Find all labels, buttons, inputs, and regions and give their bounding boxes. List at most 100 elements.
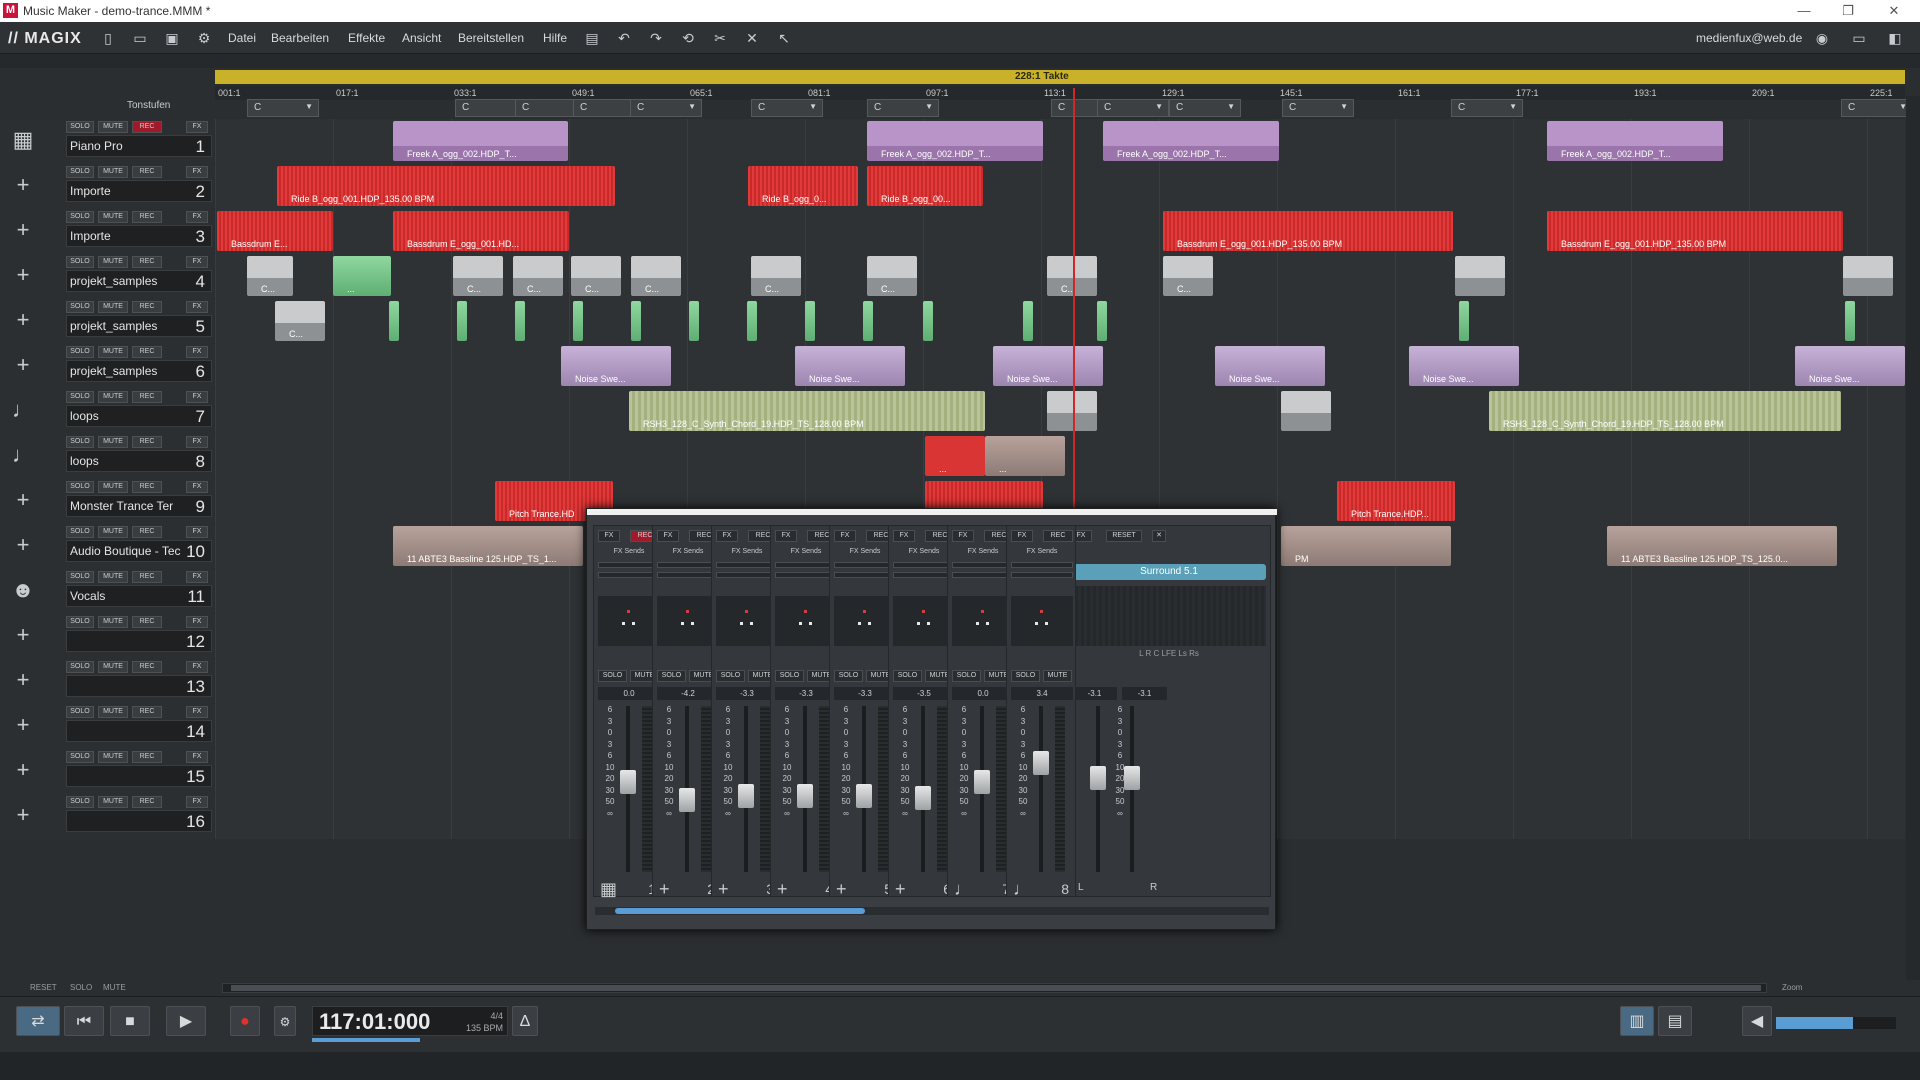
track-name[interactable]: 12 <box>66 630 212 652</box>
mute-button[interactable]: MUTE <box>98 526 128 538</box>
solo-button[interactable]: SOLO <box>66 706 94 718</box>
mute-button[interactable]: MUTE <box>98 256 128 268</box>
strip-fx-button[interactable]: FX <box>834 530 856 542</box>
track-instrument-icon[interactable]: + <box>6 712 40 742</box>
pan-display[interactable] <box>775 596 837 646</box>
mute-button[interactable]: MUTE <box>98 751 128 763</box>
rec-button[interactable]: REC <box>132 211 162 223</box>
midi-object[interactable] <box>863 301 873 341</box>
fx-send-1[interactable] <box>834 562 896 568</box>
fx-button[interactable]: FX <box>186 301 208 313</box>
track-lane[interactable]: Noise Swe... Noise Swe... Noise Swe... Nois… <box>215 344 1905 389</box>
midi-object[interactable] <box>1459 301 1469 341</box>
position-display[interactable]: 117:01:000 4/4 135 BPM <box>312 1006 508 1036</box>
surround-button[interactable]: Surround 5.1 <box>1072 564 1266 580</box>
audio-object[interactable]: C... <box>751 256 801 296</box>
master-fader-r[interactable] <box>1124 766 1140 790</box>
rec-button[interactable]: REC <box>132 436 162 448</box>
audio-object[interactable] <box>1843 256 1893 296</box>
track-name[interactable]: loops 7 <box>66 405 212 427</box>
track-name[interactable]: 16 <box>66 810 212 832</box>
audio-object[interactable]: Ride B_ogg_001.HDP_135.00 BPM <box>277 166 615 206</box>
loop-button[interactable]: ⇄ <box>16 1006 60 1036</box>
open-folder-icon[interactable]: ▭ <box>130 29 150 47</box>
midi-object[interactable] <box>1097 301 1107 341</box>
strip-solo-button[interactable]: SOLO <box>952 670 981 682</box>
fx-button[interactable]: FX <box>186 796 208 808</box>
volume-fader[interactable] <box>915 785 931 810</box>
track-name[interactable]: Vocals 11 <box>66 585 212 607</box>
rec-button[interactable]: REC <box>132 571 162 583</box>
midi-object[interactable] <box>573 301 583 341</box>
track-lane[interactable]: C... <box>215 299 1905 344</box>
restore-icon[interactable]: ⟲ <box>678 29 698 47</box>
fx-button[interactable]: FX <box>186 211 208 223</box>
solo-button[interactable]: SOLO <box>66 391 94 403</box>
mute-button[interactable]: MUTE <box>98 391 128 403</box>
strip-fx-button[interactable]: FX <box>952 530 974 542</box>
rec-button[interactable]: REC <box>132 391 162 403</box>
audio-object[interactable]: Freek A_ogg_002.HDP_T... <box>393 121 568 161</box>
volume-fader[interactable] <box>974 769 990 794</box>
chord-selector[interactable]: C▼ <box>1097 99 1169 117</box>
master-fader-l[interactable] <box>1090 766 1106 790</box>
zoom-dropdown[interactable]: Zoom <box>1782 983 1802 992</box>
strip-fx-button[interactable]: FX <box>657 530 679 542</box>
chord-selector[interactable]: C▼ <box>867 99 939 117</box>
strip-instrument-icon[interactable]: + <box>659 879 670 900</box>
midi-object[interactable] <box>689 301 699 341</box>
strip-solo-button[interactable]: SOLO <box>775 670 804 682</box>
chord-selector[interactable]: C▼ <box>751 99 823 117</box>
rec-button[interactable]: REC <box>132 751 162 763</box>
undo-icon[interactable]: ↶ <box>614 29 634 47</box>
arrange-view-icon[interactable]: ▥ <box>1620 1006 1654 1036</box>
master-reset-button[interactable]: RESET <box>1106 530 1142 542</box>
mute-button[interactable]: MUTE <box>98 481 128 493</box>
chord-selector[interactable]: C▼ <box>1841 99 1913 117</box>
solo-button[interactable]: SOLO <box>66 121 94 133</box>
solo-button[interactable]: SOLO <box>66 436 94 448</box>
chord-selector[interactable]: C▼ <box>1282 99 1354 117</box>
fx-send-2[interactable] <box>952 572 1014 578</box>
solo-button[interactable]: SOLO <box>66 661 94 673</box>
fx-send-1[interactable] <box>775 562 837 568</box>
strip-solo-button[interactable]: SOLO <box>657 670 686 682</box>
track-instrument-icon[interactable]: + <box>6 307 40 337</box>
mouse-mode-icon[interactable]: ↖ <box>774 29 794 47</box>
rec-button[interactable]: REC <box>132 256 162 268</box>
strip-mute-button[interactable]: MUTE <box>1043 670 1072 682</box>
audio-object[interactable]: ... <box>333 256 391 296</box>
track-name[interactable]: Importe 3 <box>66 225 212 247</box>
rewind-icon[interactable]: ⏮ <box>64 1006 104 1036</box>
midi-object[interactable] <box>805 301 815 341</box>
strip-solo-button[interactable]: SOLO <box>893 670 922 682</box>
midi-object[interactable] <box>515 301 525 341</box>
audio-object[interactable]: Pitch Trance.HDP... <box>1337 481 1455 521</box>
track-instrument-icon[interactable]: + <box>6 802 40 832</box>
stop-icon[interactable]: ■ <box>110 1006 150 1036</box>
panel-toggle-icon[interactable]: ◧ <box>1882 29 1908 47</box>
audio-object[interactable]: C... <box>867 256 917 296</box>
chevron-down-icon[interactable]: ▼ <box>1227 102 1235 111</box>
strip-solo-button[interactable]: SOLO <box>834 670 863 682</box>
strip-instrument-icon[interactable]: + <box>895 879 906 900</box>
restore-button[interactable]: ❐ <box>1830 2 1866 20</box>
chevron-down-icon[interactable]: ▼ <box>1509 102 1517 111</box>
track-instrument-icon[interactable]: + <box>6 217 40 247</box>
audio-object[interactable]: 11 ABTE3 Bassline 125.HDP_TS_125.0... <box>1607 526 1837 566</box>
volume-fader[interactable] <box>797 784 813 809</box>
track-name[interactable]: loops 8 <box>66 450 212 472</box>
menu-hilfe[interactable]: Hilfe <box>543 31 567 45</box>
audio-object[interactable]: RSH3_128_C_Synth_Chord_19.HDP_TS_128.00 … <box>1489 391 1841 431</box>
pan-display[interactable] <box>893 596 955 646</box>
audio-object[interactable]: C... <box>1163 256 1213 296</box>
pan-display[interactable] <box>952 596 1014 646</box>
track-instrument-icon[interactable]: ▦ <box>6 127 40 157</box>
fx-button[interactable]: FX <box>186 391 208 403</box>
audio-object[interactable]: C... <box>275 301 325 341</box>
strip-solo-button[interactable]: SOLO <box>716 670 745 682</box>
mute-button[interactable]: MUTE <box>98 571 128 583</box>
track-instrument-icon[interactable]: ☻ <box>6 577 40 607</box>
track-name[interactable]: 14 <box>66 720 212 742</box>
track-name[interactable]: projekt_samples 6 <box>66 360 212 382</box>
